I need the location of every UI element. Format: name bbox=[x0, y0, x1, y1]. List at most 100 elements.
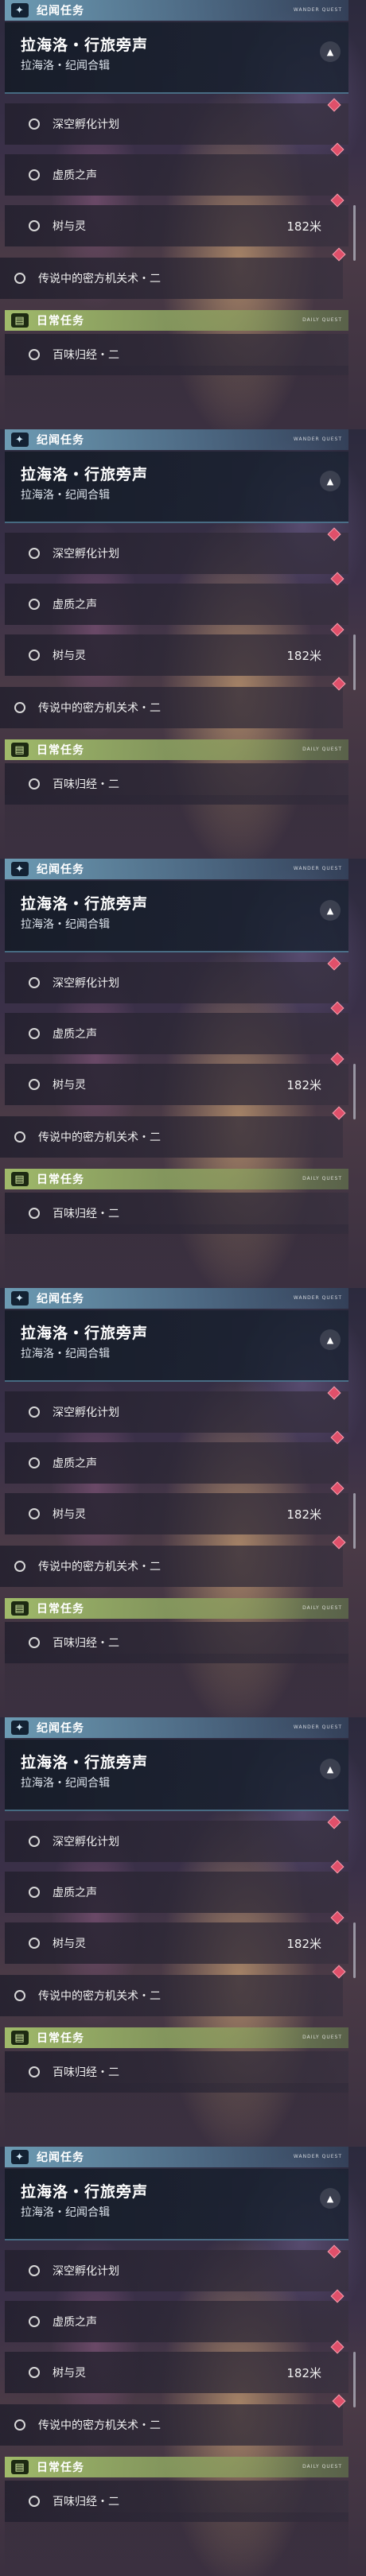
quest-radio[interactable] bbox=[14, 1561, 25, 1572]
quest-radio[interactable] bbox=[29, 118, 40, 130]
daily-quest-header[interactable]: ▤ 日常任务 DAILY QUEST bbox=[5, 739, 348, 760]
scrollbar[interactable] bbox=[353, 2352, 356, 2407]
chevron-up-icon[interactable]: ▲ bbox=[320, 471, 341, 491]
daily-quest-header[interactable]: ▤ 日常任务 DAILY QUEST bbox=[5, 2027, 348, 2048]
chapter-header[interactable]: 拉海洛・行旅旁声 拉海洛・纪闻合辑 ▲ bbox=[5, 22, 348, 94]
quest-item[interactable]: 树与灵 182米 bbox=[5, 1922, 348, 1964]
scrollbar[interactable] bbox=[353, 205, 356, 261]
daily-quest-header[interactable]: ▤ 日常任务 DAILY QUEST bbox=[5, 310, 348, 331]
quest-item[interactable]: 虚质之声 bbox=[5, 2301, 348, 2342]
story-quest-header[interactable]: ✦ 纪闻任务 WANDER QUEST bbox=[5, 2147, 348, 2167]
quest-radio[interactable] bbox=[29, 1836, 40, 1847]
quest-radio[interactable] bbox=[29, 650, 40, 661]
quest-radio[interactable] bbox=[29, 220, 40, 231]
quest-item[interactable]: 传说中的密方机关术・二 bbox=[0, 2404, 343, 2446]
quest-radio[interactable] bbox=[29, 169, 40, 180]
chapter-header[interactable]: 拉海洛・行旅旁声 拉海洛・纪闻合辑 ▲ bbox=[5, 1310, 348, 1382]
daily-quest-title: 日常任务 bbox=[37, 1603, 84, 1616]
quest-item[interactable]: 树与灵 182米 bbox=[5, 634, 348, 676]
quest-item[interactable]: 深空孵化计划 bbox=[5, 1821, 348, 1862]
quest-tracker-screen: ✦ 纪闻任务 WANDER QUEST 拉海洛・行旅旁声 拉海洛・纪闻合辑 ▲ … bbox=[0, 859, 366, 1288]
story-quest-header[interactable]: ✦ 纪闻任务 WANDER QUEST bbox=[5, 0, 348, 21]
quest-radio[interactable] bbox=[29, 1637, 40, 1648]
quest-radio[interactable] bbox=[29, 1208, 40, 1219]
background-fade bbox=[5, 2083, 348, 2147]
chapter-title: 拉海洛・行旅旁声 bbox=[21, 2183, 149, 2201]
quest-item[interactable]: 传说中的密方机关术・二 bbox=[0, 1975, 343, 2016]
chapter-header[interactable]: 拉海洛・行旅旁声 拉海洛・纪闻合辑 ▲ bbox=[5, 881, 348, 952]
quest-radio[interactable] bbox=[14, 2419, 25, 2431]
quest-radio[interactable] bbox=[29, 2496, 40, 2507]
story-quest-title: 纪闻任务 bbox=[37, 5, 84, 17]
scrollbar[interactable] bbox=[353, 1064, 356, 1119]
story-quest-header[interactable]: ✦ 纪闻任务 WANDER QUEST bbox=[5, 859, 348, 879]
quest-item[interactable]: 深空孵化计划 bbox=[5, 1391, 348, 1433]
quest-item[interactable]: 传说中的密方机关术・二 bbox=[0, 258, 343, 299]
quest-item[interactable]: 树与灵 182米 bbox=[5, 1493, 348, 1534]
story-quest-header[interactable]: ✦ 纪闻任务 WANDER QUEST bbox=[5, 1717, 348, 1738]
quest-item[interactable]: 虚质之声 bbox=[5, 584, 348, 625]
quest-radio[interactable] bbox=[14, 273, 25, 284]
quest-radio[interactable] bbox=[29, 2367, 40, 2378]
daily-quest-header[interactable]: ▤ 日常任务 DAILY QUEST bbox=[5, 1169, 348, 1189]
quest-item[interactable]: 深空孵化计划 bbox=[5, 103, 348, 145]
quest-label: 深空孵化计划 bbox=[53, 977, 119, 990]
quest-item[interactable]: 深空孵化计划 bbox=[5, 2250, 348, 2291]
quest-label: 传说中的密方机关术・二 bbox=[38, 2419, 161, 2432]
chevron-up-icon[interactable]: ▲ bbox=[320, 900, 341, 921]
chapter-header[interactable]: 拉海洛・行旅旁声 拉海洛・纪闻合辑 ▲ bbox=[5, 2169, 348, 2240]
chevron-up-icon[interactable]: ▲ bbox=[320, 1329, 341, 1350]
quest-radio[interactable] bbox=[29, 599, 40, 610]
quest-radio[interactable] bbox=[29, 548, 40, 559]
quest-radio[interactable] bbox=[14, 702, 25, 713]
scrollbar[interactable] bbox=[353, 1922, 356, 1978]
story-quest-header[interactable]: ✦ 纪闻任务 WANDER QUEST bbox=[5, 429, 348, 450]
daily-quest-header[interactable]: ▤ 日常任务 DAILY QUEST bbox=[5, 1598, 348, 1619]
quest-radio[interactable] bbox=[29, 1028, 40, 1039]
quest-label: 虚质之声 bbox=[53, 2316, 97, 2329]
quest-item[interactable]: 虚质之声 bbox=[5, 1013, 348, 1054]
quest-item[interactable]: 树与灵 182米 bbox=[5, 2352, 348, 2393]
scrollbar[interactable] bbox=[353, 1493, 356, 1549]
quest-radio[interactable] bbox=[29, 1938, 40, 1949]
chapter-header[interactable]: 拉海洛・行旅旁声 拉海洛・纪闻合辑 ▲ bbox=[5, 452, 348, 523]
quest-item[interactable]: 虚质之声 bbox=[5, 154, 348, 196]
quest-item[interactable]: 深空孵化计划 bbox=[5, 533, 348, 574]
quest-item[interactable]: 传说中的密方机关术・二 bbox=[0, 1116, 343, 1158]
quest-item[interactable]: 传说中的密方机关术・二 bbox=[0, 687, 343, 728]
chevron-up-icon[interactable]: ▲ bbox=[320, 41, 341, 62]
quest-radio[interactable] bbox=[29, 1406, 40, 1418]
chevron-up-icon[interactable]: ▲ bbox=[320, 2188, 341, 2209]
quest-panel: ✦ 纪闻任务 WANDER QUEST 拉海洛・行旅旁声 拉海洛・纪闻合辑 ▲ … bbox=[0, 1288, 348, 1663]
quest-item[interactable]: 虚质之声 bbox=[5, 1442, 348, 1484]
quest-radio[interactable] bbox=[29, 1079, 40, 1090]
quest-radio[interactable] bbox=[29, 2316, 40, 2327]
quest-radio[interactable] bbox=[29, 1457, 40, 1468]
chapter-subtitle: 拉海洛・纪闻合辑 bbox=[21, 489, 110, 502]
quest-label: 百味归经・二 bbox=[53, 778, 119, 791]
quest-item[interactable]: 传说中的密方机关术・二 bbox=[0, 1546, 343, 1587]
daily-quest-header[interactable]: ▤ 日常任务 DAILY QUEST bbox=[5, 2457, 348, 2477]
quest-item[interactable]: 树与灵 182米 bbox=[5, 205, 348, 246]
chevron-up-icon[interactable]: ▲ bbox=[320, 1759, 341, 1779]
scrollbar[interactable] bbox=[353, 634, 356, 690]
quest-item[interactable]: 虚质之声 bbox=[5, 1872, 348, 1913]
chapter-header[interactable]: 拉海洛・行旅旁声 拉海洛・纪闻合辑 ▲ bbox=[5, 1740, 348, 1811]
quest-distance: 182米 bbox=[286, 219, 321, 234]
sparkle-icon: ✦ bbox=[11, 1291, 29, 1305]
quest-radio[interactable] bbox=[29, 1508, 40, 1519]
quest-radio[interactable] bbox=[29, 1887, 40, 1898]
chapter-title: 拉海洛・行旅旁声 bbox=[21, 1325, 149, 1342]
quest-panel: ✦ 纪闻任务 WANDER QUEST 拉海洛・行旅旁声 拉海洛・纪闻合辑 ▲ … bbox=[0, 429, 348, 805]
quest-radio[interactable] bbox=[29, 2066, 40, 2077]
quest-item[interactable]: 深空孵化计划 bbox=[5, 962, 348, 1003]
quest-radio[interactable] bbox=[14, 1990, 25, 2001]
story-quest-header[interactable]: ✦ 纪闻任务 WANDER QUEST bbox=[5, 1288, 348, 1309]
quest-label: 虚质之声 bbox=[53, 169, 97, 182]
quest-radio[interactable] bbox=[14, 1131, 25, 1143]
quest-radio[interactable] bbox=[29, 349, 40, 360]
quest-radio[interactable] bbox=[29, 2265, 40, 2276]
quest-radio[interactable] bbox=[29, 778, 40, 789]
quest-radio[interactable] bbox=[29, 977, 40, 988]
quest-item[interactable]: 树与灵 182米 bbox=[5, 1064, 348, 1105]
